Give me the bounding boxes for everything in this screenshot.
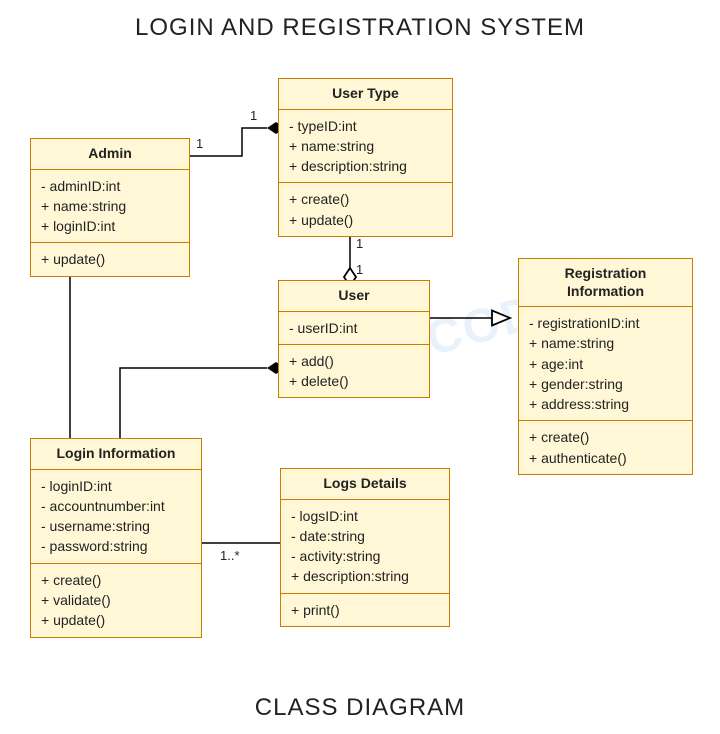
attr-row: + name:string <box>529 333 682 353</box>
attr-row: + address:string <box>529 394 682 414</box>
attr-row: - logsID:int <box>291 506 439 526</box>
class-registration-info: Registration Information - registrationI… <box>518 258 693 475</box>
op-row: + update() <box>41 249 179 269</box>
class-registration-info-attrs: - registrationID:int + name:string + age… <box>519 307 692 421</box>
multiplicity-label: 1 <box>196 136 203 151</box>
class-logs-details-attrs: - logsID:int - date:string - activity:st… <box>281 500 449 594</box>
class-registration-info-ops: + create() + authenticate() <box>519 421 692 474</box>
attr-row: - username:string <box>41 516 191 536</box>
class-registration-info-name: Registration Information <box>519 259 692 307</box>
multiplicity-label: 1..* <box>220 548 240 563</box>
class-admin: Admin - adminID:int + name:string + logi… <box>30 138 190 277</box>
class-usertype-name: User Type <box>279 79 452 110</box>
attr-row: + name:string <box>41 196 179 216</box>
attr-row: - typeID:int <box>289 116 442 136</box>
class-usertype: User Type - typeID:int + name:string + d… <box>278 78 453 237</box>
attr-row: + description:string <box>289 156 442 176</box>
multiplicity-label: 1 <box>356 262 363 277</box>
class-admin-attrs: - adminID:int + name:string + loginID:in… <box>31 170 189 244</box>
attr-row: - password:string <box>41 536 191 556</box>
op-row: + print() <box>291 600 439 620</box>
attr-row: - userID:int <box>289 318 419 338</box>
multiplicity-label: 1 <box>250 108 257 123</box>
op-row: + delete() <box>289 371 419 391</box>
op-row: + validate() <box>41 590 191 610</box>
class-user-attrs: - userID:int <box>279 312 429 345</box>
attr-row: - adminID:int <box>41 176 179 196</box>
attr-row: + age:int <box>529 354 682 374</box>
class-usertype-ops: + create() + update() <box>279 183 452 236</box>
attr-row: + description:string <box>291 566 439 586</box>
page-subtitle: CLASS DIAGRAM <box>0 694 720 722</box>
class-logs-details: Logs Details - logsID:int - date:string … <box>280 468 450 627</box>
class-user: User - userID:int + add() + delete() <box>278 280 430 398</box>
op-row: + create() <box>529 427 682 447</box>
op-row: + update() <box>41 610 191 630</box>
class-login-info-name: Login Information <box>31 439 201 470</box>
op-row: + update() <box>289 210 442 230</box>
class-usertype-attrs: - typeID:int + name:string + description… <box>279 110 452 184</box>
attr-row: - registrationID:int <box>529 313 682 333</box>
class-login-info-attrs: - loginID:int - accountnumber:int - user… <box>31 470 201 564</box>
class-login-info: Login Information - loginID:int - accoun… <box>30 438 202 638</box>
diagram-canvas: RCECODE Admin - adminID:int <box>20 68 700 678</box>
attr-row: + gender:string <box>529 374 682 394</box>
op-row: + authenticate() <box>529 448 682 468</box>
attr-row: - loginID:int <box>41 476 191 496</box>
attr-row: - date:string <box>291 526 439 546</box>
attr-row: - activity:string <box>291 546 439 566</box>
attr-row: + name:string <box>289 136 442 156</box>
class-admin-ops: + update() <box>31 243 189 275</box>
attr-row: + loginID:int <box>41 216 179 236</box>
class-admin-name: Admin <box>31 139 189 170</box>
op-row: + create() <box>41 570 191 590</box>
op-row: + add() <box>289 351 419 371</box>
class-login-info-ops: + create() + validate() + update() <box>31 564 201 637</box>
class-user-ops: + add() + delete() <box>279 345 429 398</box>
page-title: LOGIN AND REGISTRATION SYSTEM <box>0 14 720 42</box>
class-logs-details-name: Logs Details <box>281 469 449 500</box>
op-row: + create() <box>289 189 442 209</box>
attr-row: - accountnumber:int <box>41 496 191 516</box>
multiplicity-label: 1 <box>356 236 363 251</box>
class-logs-details-ops: + print() <box>281 594 449 626</box>
class-user-name: User <box>279 281 429 312</box>
